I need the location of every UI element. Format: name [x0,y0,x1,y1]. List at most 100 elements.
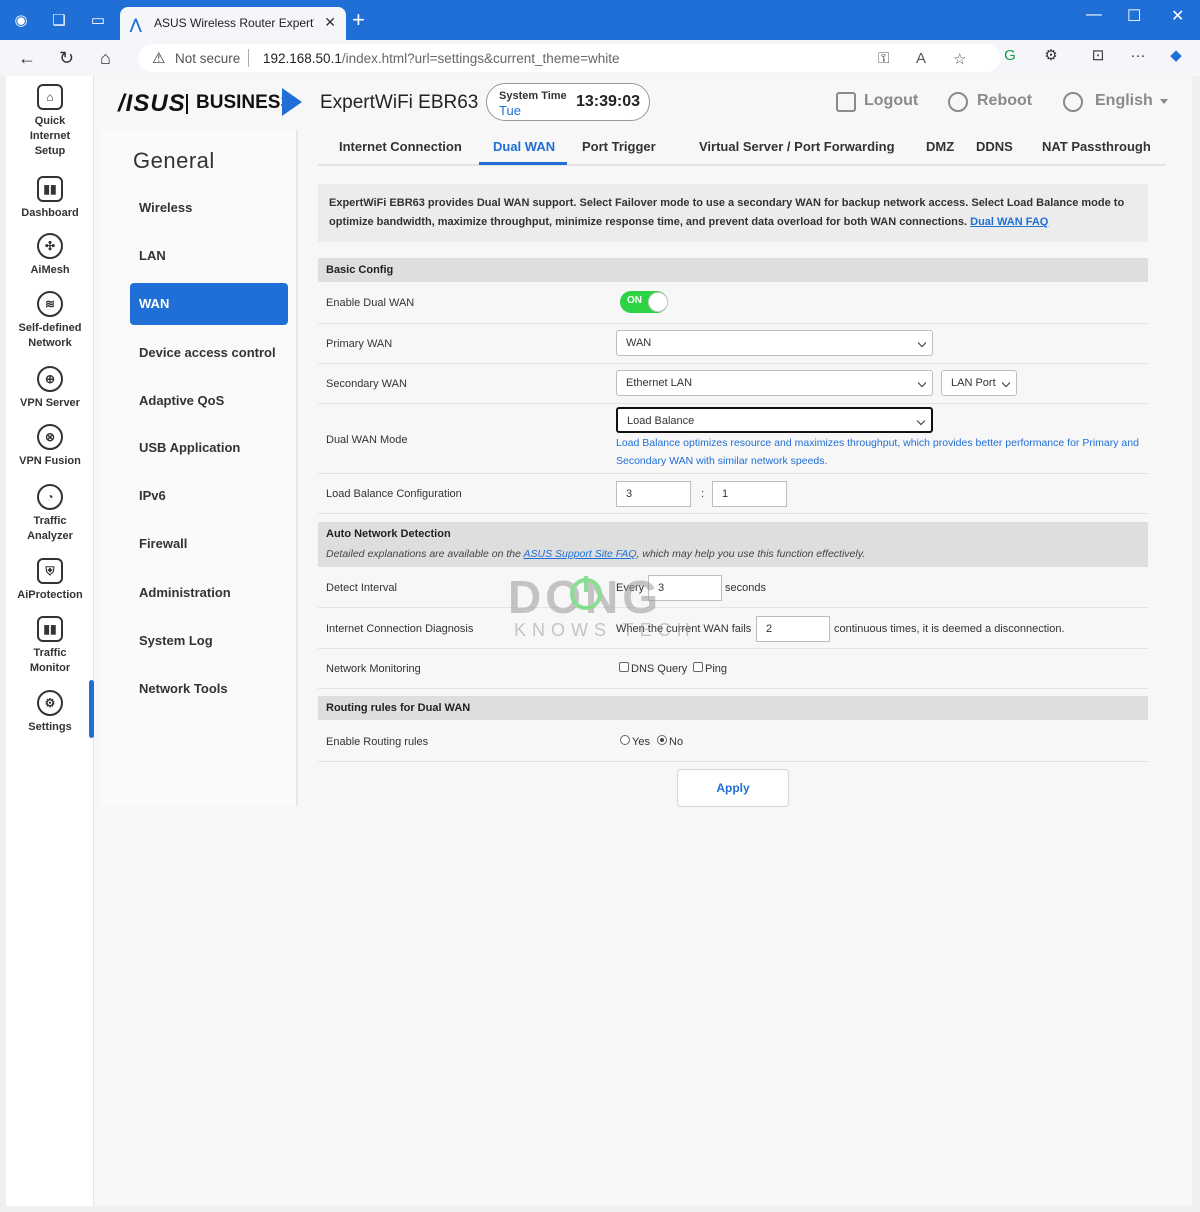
dns-query-checkbox[interactable] [619,662,629,672]
apply-button[interactable]: Apply [677,769,789,807]
tab-dual-wan[interactable]: Dual WAN [493,139,555,154]
rail-aiprotection[interactable]: ⛨ AiProtection [6,558,94,603]
rail-vpn-fusion[interactable]: ⊗ VPN Fusion [6,424,94,469]
submenu-item-device-access-control[interactable]: Device access control [130,332,288,374]
routing-no-radio[interactable] [657,735,667,745]
diagnosis-count-input[interactable]: 2 [756,616,830,642]
primary-wan-select[interactable]: WAN [616,330,933,356]
rail-active-indicator [89,680,94,738]
back-icon[interactable]: ← [18,47,36,69]
enable-routing-rules-row: Enable Routing rules Yes No [318,721,1148,762]
rail-quick-setup[interactable]: ⌂ Quick Internet Setup [6,84,94,159]
secondary-wan-port-select[interactable]: LAN Port [941,370,1017,396]
browser-tab[interactable]: ⋀ ASUS Wireless Router ExpertWiFi ✕ [120,7,346,40]
key-icon[interactable]: ⚿ [878,50,889,67]
new-tab-button[interactable]: + [352,9,365,31]
detect-interval-input[interactable]: 3 [648,575,722,601]
routing-rules-heading: Routing rules for Dual WAN [318,696,1148,720]
tab-virtual-server[interactable]: Virtual Server / Port Forwarding [699,139,895,154]
grammarly-icon[interactable]: G [1000,46,1020,66]
rail-aimesh[interactable]: ✣ AiMesh [6,233,94,278]
enable-dual-wan-row: Enable Dual WAN ON [318,283,1148,324]
business-logo-text: BUSINESS [196,92,294,113]
rail-settings[interactable]: ⚙ Settings [6,690,94,735]
toggle-state: ON [627,295,642,306]
logout-icon[interactable] [836,92,856,112]
home-icon[interactable]: ⌂ [100,47,111,69]
network-monitoring-label: Network Monitoring [326,663,421,675]
quick-setup-icon: ⌂ [37,84,63,110]
workspaces-icon[interactable]: ❏ [50,12,68,30]
submenu-item-usb-application[interactable]: USB Application [130,427,288,469]
rail-label: Quick Internet Setup [29,115,71,157]
detect-interval-label: Detect Interval [326,582,397,594]
wan-tabs: Internet Connection Dual WAN Port Trigge… [318,128,1166,166]
rail-vpn-server[interactable]: ⊕ VPN Server [6,366,94,411]
submenu-item-wan[interactable]: WAN [130,283,288,325]
submenu-item-firewall[interactable]: Firewall [130,523,288,565]
rail-traffic-monitor[interactable]: ▮▮ Traffic Monitor [6,616,94,676]
maximize-button[interactable]: ☐ [1127,6,1141,26]
dual-wan-faq-link[interactable]: Dual WAN FAQ [970,216,1048,228]
language-select[interactable]: English [1095,92,1153,110]
submenu-item-wireless[interactable]: Wireless [130,187,288,229]
more-menu-icon[interactable]: ··· [1128,46,1148,66]
refresh-icon[interactable]: ↻ [59,47,74,69]
submenu-item-adaptive-qos[interactable]: Adaptive QoS [130,380,288,422]
warning-icon[interactable]: ⚠ [152,49,165,67]
read-aloud-icon[interactable]: A [916,50,926,67]
screenshot-icon[interactable]: ⊡ [1088,46,1108,66]
browser-toolbar: ← ↻ ⌂ ⚠ Not secure 192.168.50.1/index.ht… [0,40,1200,76]
address-bar[interactable]: ⚠ Not secure 192.168.50.1/index.html?url… [138,44,1000,72]
load-balance-secondary-input[interactable]: 1 [712,481,787,507]
asus-support-faq-link[interactable]: ASUS Support Site FAQ [524,548,637,560]
tab-dmz[interactable]: DMZ [926,139,954,154]
interval-prefix: Every [616,582,645,594]
ping-checkbox[interactable] [693,662,703,672]
browser-profile-icon[interactable]: ◉ [12,12,30,30]
favorite-star-icon[interactable]: ☆ [953,50,966,68]
load-balance-primary-input[interactable]: 3 [616,481,691,507]
rail-dashboard[interactable]: ▮▮ Dashboard [6,176,94,221]
submenu-item-lan[interactable]: LAN [130,235,288,277]
close-tab-icon[interactable]: ✕ [324,14,336,31]
tab-actions-icon[interactable]: ▭ [89,12,107,30]
submenu-item-administration[interactable]: Administration [130,572,288,614]
tab-ddns[interactable]: DDNS [976,139,1013,154]
submenu-item-system-log[interactable]: System Log [130,620,288,662]
tab-nat-passthrough[interactable]: NAT Passthrough [1042,139,1151,154]
secondary-wan-select[interactable]: Ethernet LAN [616,370,933,396]
dual-wan-mode-value: Load Balance [627,415,695,427]
aiprotection-icon: ⛨ [37,558,63,584]
submenu-item-ipv6[interactable]: IPv6 [130,475,288,517]
close-window-button[interactable]: ✕ [1171,6,1184,26]
minimize-button[interactable]: — [1086,6,1102,24]
left-icon-rail: ⌂ Quick Internet Setup ▮▮ Dashboard ✣ Ai… [6,76,94,1212]
rail-traffic-analyzer[interactable]: ◔ Traffic Analyzer [6,484,94,544]
enable-dual-wan-toggle[interactable]: ON [620,291,668,313]
tab-title: ASUS Wireless Router ExpertWiFi [154,16,314,30]
enable-routing-rules-label: Enable Routing rules [326,736,429,748]
rail-self-defined-network[interactable]: ≋ Self-defined Network [6,291,94,351]
system-time-badge: System Time Tue 13:39:03 [486,83,650,121]
tab-internet-connection[interactable]: Internet Connection [339,139,462,154]
extensions-icon[interactable]: ⚙ [1041,46,1061,66]
toggle-knob [648,292,668,312]
rail-label: Traffic Monitor [29,647,71,674]
reboot-button[interactable]: Reboot [977,92,1032,110]
submenu-item-network-tools[interactable]: Network Tools [130,668,288,710]
not-secure-label[interactable]: Not secure [175,51,240,66]
chevron-down-icon[interactable] [1160,99,1168,104]
routing-yes-radio[interactable] [620,735,630,745]
url-text[interactable]: 192.168.50.1/index.html?url=settings&cur… [263,51,619,66]
globe-icon[interactable] [1063,92,1083,112]
diagnosis-suffix: continuous times, it is deemed a disconn… [834,623,1065,635]
reboot-icon[interactable] [948,92,968,112]
routing-no-label: No [669,736,684,748]
copilot-icon[interactable]: ◆ [1166,46,1186,66]
dual-wan-mode-select[interactable]: Load Balance [616,407,933,433]
dual-wan-mode-hint: Load Balance optimizes resource and maxi… [616,437,1139,467]
logout-button[interactable]: Logout [864,92,918,110]
tab-port-trigger[interactable]: Port Trigger [582,139,656,154]
asus-logo: /ISUS [118,90,186,117]
